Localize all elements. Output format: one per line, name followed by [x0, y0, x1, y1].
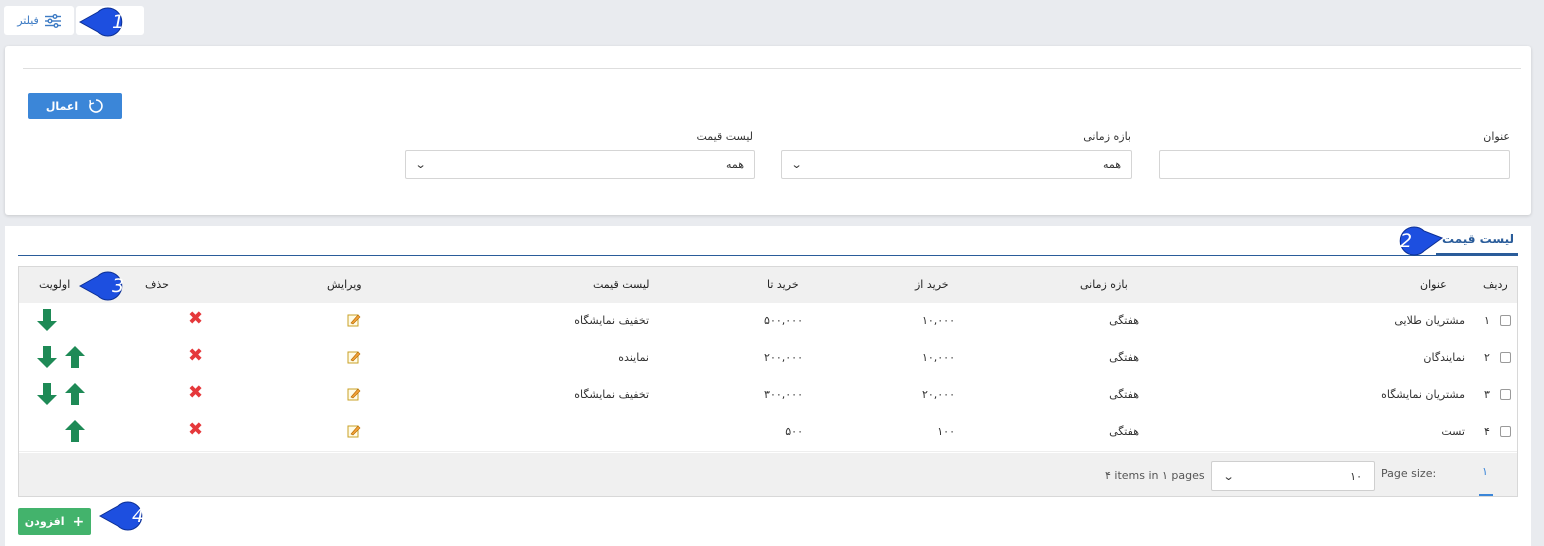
cell-buy-from: ۱۰۰ [937, 425, 955, 438]
header-buy-from[interactable]: خرید از [915, 278, 949, 291]
header-period[interactable]: بازه زمانی [1080, 278, 1128, 291]
header-row-no[interactable]: ردیف [1483, 278, 1508, 291]
filter-toggle-button[interactable]: فیلتر [4, 6, 74, 35]
period-field-label: بازه زمانی [1083, 130, 1131, 143]
pager-page-1[interactable]: ۱ [1482, 465, 1488, 478]
cell-row-no: ۲ [1484, 351, 1490, 364]
delete-icon[interactable]: ✖ [188, 345, 203, 367]
filter-panel: اعمال عنوان بازه زمانی همه ⌄ لیست قیمت ه… [5, 46, 1531, 215]
filter-divider [23, 68, 1521, 69]
header-priority: اولویت [39, 278, 71, 291]
callout-number-1: 1 [111, 11, 125, 33]
add-label: افزودن [24, 515, 65, 528]
cell-title: مشتریان نمایشگاه [1381, 388, 1465, 401]
cell-buy-to: ۲۰۰,۰۰۰ [764, 351, 803, 364]
move-up-icon[interactable] [65, 346, 85, 371]
row-checkbox[interactable] [1500, 315, 1511, 326]
chevron-down-icon: ⌄ [790, 158, 803, 171]
move-up-icon[interactable] [65, 420, 85, 445]
pager-summary: ۴ items in ۱ pages [1105, 469, 1205, 482]
header-buy-to[interactable]: خرید تا [767, 278, 799, 291]
header-price-list[interactable]: لیست قیمت [593, 278, 650, 291]
pager-bar: ۱ Page size: ۱۰ ⌄ ۴ items in ۱ pages [19, 453, 1517, 496]
callout-marker-1: 1 [78, 4, 144, 40]
tab-active-indicator [1436, 253, 1518, 256]
move-down-icon[interactable] [37, 346, 57, 371]
apply-label: اعمال [45, 99, 79, 113]
header-delete: حذف [145, 278, 169, 291]
callout-number-3: 3 [111, 275, 125, 297]
cell-buy-from: ۲۰,۰۰۰ [921, 388, 955, 401]
delete-icon[interactable]: ✖ [188, 382, 203, 404]
cell-title: نمایندگان [1423, 351, 1465, 364]
edit-icon[interactable] [347, 387, 361, 404]
table-row[interactable]: ۲ نمایندگان هفتگی ۱۰,۰۰۰ ۲۰۰,۰۰۰ نماینده ✖ [19, 340, 1517, 378]
page-size-value: ۱۰ [1350, 469, 1362, 483]
cell-title: تست [1441, 425, 1465, 438]
cell-buy-to: ۵۰۰,۰۰۰ [764, 314, 803, 327]
edit-icon[interactable] [347, 424, 361, 441]
cell-price-list: نماینده [618, 351, 649, 364]
chevron-down-icon: ⌄ [1222, 469, 1235, 483]
callout-marker-4: 4 [98, 498, 164, 534]
cell-period: هفتگی [1109, 351, 1139, 364]
callout-number-4: 4 [131, 505, 145, 527]
sliders-icon [44, 13, 61, 28]
delete-icon[interactable]: ✖ [188, 419, 203, 441]
callout-marker-3: 3 [78, 268, 144, 304]
edit-icon[interactable] [347, 313, 361, 330]
cell-period: هفتگی [1109, 314, 1139, 327]
move-up-icon[interactable] [65, 383, 85, 408]
cell-row-no: ۳ [1484, 388, 1490, 401]
cell-buy-to: ۳۰۰,۰۰۰ [764, 388, 803, 401]
cell-period: هفتگی [1109, 425, 1139, 438]
cell-title: مشتریان طلایی [1394, 314, 1465, 327]
price-list-select[interactable]: همه ⌄ [405, 150, 755, 179]
edit-icon[interactable] [347, 350, 361, 367]
cell-price-list: تخفیف نمایشگاه [574, 388, 649, 401]
cell-period: هفتگی [1109, 388, 1139, 401]
cell-buy-from: ۱۰,۰۰۰ [921, 351, 955, 364]
delete-icon[interactable]: ✖ [188, 308, 203, 330]
price-list-select-value: همه [725, 158, 744, 171]
period-select[interactable]: همه ⌄ [781, 150, 1132, 179]
page-size-label: Page size: [1381, 467, 1437, 480]
callout-marker-2: 2 [1388, 223, 1444, 259]
page-size-select[interactable]: ۱۰ ⌄ [1211, 461, 1375, 491]
refresh-icon [89, 99, 103, 113]
chevron-down-icon: ⌄ [414, 158, 427, 171]
cell-row-no: ۱ [1484, 314, 1490, 327]
cell-row-no: ۴ [1484, 425, 1490, 438]
callout-number-2: 2 [1399, 230, 1413, 252]
header-title[interactable]: عنوان [1420, 278, 1447, 291]
filter-toggle-label: فیلتر [17, 14, 39, 27]
pager-active-indicator [1479, 494, 1493, 496]
row-checkbox[interactable] [1500, 426, 1511, 437]
price-list-table: ردیف عنوان بازه زمانی خرید از خرید تا لی… [18, 266, 1518, 497]
cell-buy-to: ۵۰۰ [785, 425, 803, 438]
price-list-field-label: لیست قیمت [696, 130, 753, 143]
add-button[interactable]: افزودن + [18, 508, 91, 535]
header-edit: ویرایش [327, 278, 362, 291]
table-header: ردیف عنوان بازه زمانی خرید از خرید تا لی… [19, 267, 1517, 304]
cell-buy-from: ۱۰,۰۰۰ [921, 314, 955, 327]
plus-icon: + [72, 513, 85, 530]
move-down-icon[interactable] [37, 383, 57, 408]
title-input[interactable] [1159, 150, 1510, 179]
table-row[interactable]: ۳ مشتریان نمایشگاه هفتگی ۲۰,۰۰۰ ۳۰۰,۰۰۰ تخفیف… [19, 377, 1517, 415]
cell-price-list: تخفیف نمایشگاه [574, 314, 649, 327]
tab-underline [18, 255, 1518, 256]
period-select-value: همه [1102, 158, 1121, 171]
row-checkbox[interactable] [1500, 389, 1511, 400]
apply-button[interactable]: اعمال [28, 93, 122, 119]
row-checkbox[interactable] [1500, 352, 1511, 363]
move-down-icon[interactable] [37, 309, 57, 334]
table-row[interactable]: ۴ تست هفتگی ۱۰۰ ۵۰۰ ✖ [19, 414, 1517, 452]
title-field-label: عنوان [1483, 130, 1510, 143]
table-row[interactable]: ۱ مشتریان طلایی هفتگی ۱۰,۰۰۰ ۵۰۰,۰۰۰ تخفیف نم… [19, 303, 1517, 341]
